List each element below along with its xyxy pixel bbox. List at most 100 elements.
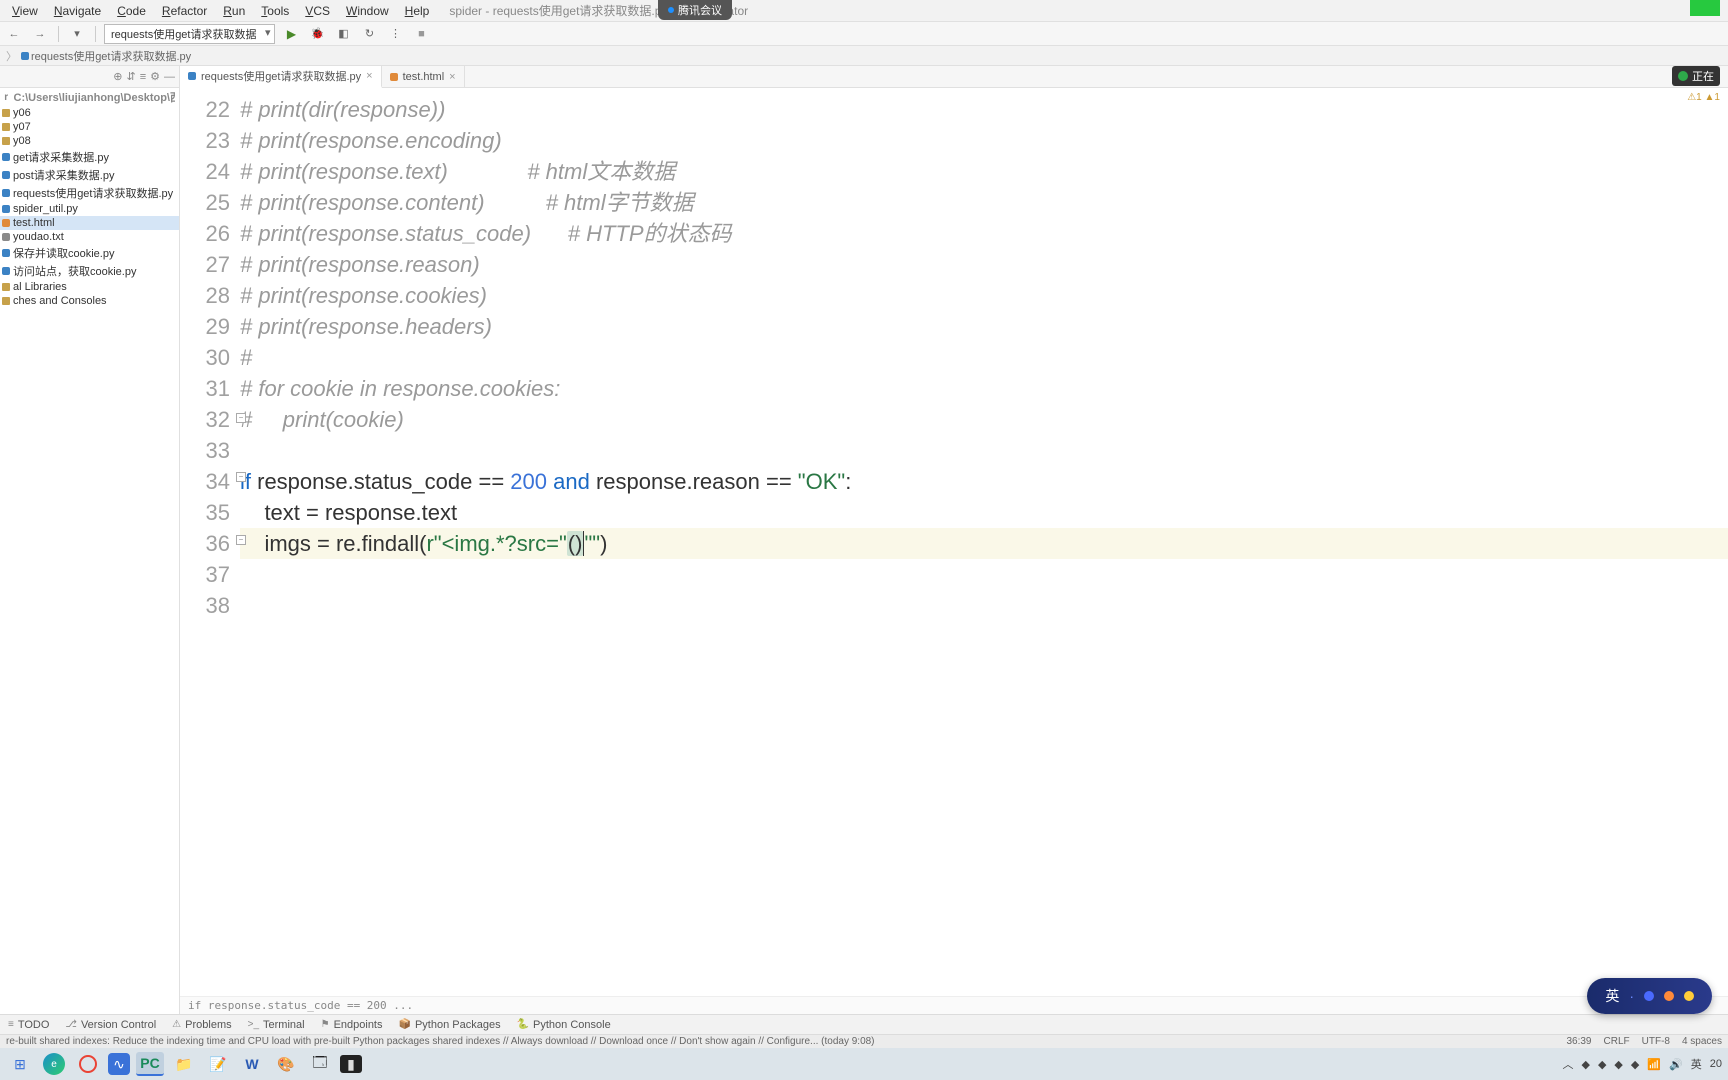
status-cell[interactable]: 36:39 — [1566, 1036, 1591, 1047]
tray-wifi-icon[interactable]: 📶 — [1647, 1058, 1661, 1071]
tree-item[interactable]: 访问站点，获取cookie.py — [0, 262, 179, 280]
tree-item[interactable]: 保存并读取cookie.py — [0, 244, 179, 262]
system-tray[interactable]: ︿ ◆ ◆ ◆ ◆ 📶 🔊 英 20 — [1562, 1056, 1722, 1072]
code-line[interactable]: imgs = re.findall(r"<img.*?src="()"") — [240, 528, 1728, 559]
sort-icon[interactable]: ≡ — [140, 71, 146, 83]
status-message[interactable]: re-built shared indexes: Reduce the inde… — [6, 1036, 875, 1047]
code-line[interactable] — [240, 561, 1728, 592]
code-editor[interactable]: 2223242526272829303132333435363738 − − −… — [180, 88, 1728, 996]
tray-clock[interactable]: 20 — [1710, 1058, 1722, 1070]
menu-run[interactable]: Run — [215, 2, 253, 20]
tool-tab-todo[interactable]: ≡TODO — [0, 1019, 57, 1031]
taskbar-word-icon[interactable]: W — [238, 1052, 266, 1076]
editor-tab[interactable]: requests使用get请求获取数据.py× — [180, 66, 382, 88]
tray-app-icon[interactable]: ◆ — [1581, 1058, 1589, 1071]
tray-app-icon[interactable]: ◆ — [1631, 1058, 1639, 1071]
taskbar-paint-icon[interactable]: 🎨 — [272, 1052, 300, 1076]
window-minimize-icon[interactable] — [1690, 0, 1720, 16]
tool-tab-problems[interactable]: ⚠Problems — [164, 1019, 239, 1031]
taskbar-edge-icon[interactable]: e — [40, 1052, 68, 1076]
tool-tab-python-console[interactable]: 🐍Python Console — [509, 1019, 619, 1031]
tree-item[interactable]: requests使用get请求获取数据.py — [0, 184, 179, 202]
fold-toggle-icon[interactable]: − — [236, 413, 246, 423]
run-config-selector[interactable]: requests使用get请求获取数据 — [104, 24, 275, 44]
ime-floating-toolbar[interactable]: 英 · — [1587, 978, 1712, 1014]
gear-icon[interactable]: ⚙ — [150, 70, 160, 83]
open-file-icon[interactable]: ▾ — [67, 25, 87, 43]
taskbar-manager-icon[interactable]: 🗔 — [306, 1052, 334, 1076]
code-lines[interactable]: # print(dir(response))# print(response.e… — [240, 88, 1728, 996]
close-icon[interactable]: × — [449, 71, 455, 83]
editor-tab[interactable]: test.html× — [382, 66, 465, 87]
fold-toggle-icon[interactable]: − — [236, 472, 246, 482]
menu-help[interactable]: Help — [397, 2, 438, 20]
tree-item[interactable]: post请求采集数据.py — [0, 166, 179, 184]
debug-icon[interactable]: 🐞 — [307, 25, 327, 43]
breadcrumb-item[interactable]: requests使用get请求获取数据.py — [21, 48, 191, 64]
tree-item[interactable]: test.html — [0, 216, 179, 230]
tool-tab-python-packages[interactable]: 📦Python Packages — [391, 1019, 509, 1031]
taskbar-terminal-icon[interactable]: ▮ — [340, 1055, 362, 1073]
tree-item[interactable]: youdao.txt — [0, 230, 179, 244]
status-cell[interactable]: CRLF — [1604, 1036, 1630, 1047]
taskbar-notes-icon[interactable]: 📝 — [204, 1052, 232, 1076]
code-line[interactable]: # print(response.cookies) — [240, 280, 1728, 311]
nav-back-icon[interactable]: ← — [4, 25, 24, 43]
nav-fwd-icon[interactable]: → — [30, 25, 50, 43]
tree-item[interactable]: ches and Consoles — [0, 294, 179, 308]
start-button[interactable]: ⊞ — [6, 1052, 34, 1076]
fold-toggle-icon[interactable]: − — [236, 535, 246, 545]
menu-tools[interactable]: Tools — [253, 2, 297, 20]
tool-tab-endpoints[interactable]: ⚑Endpoints — [313, 1019, 391, 1031]
more-run-icon[interactable]: ⋮ — [385, 25, 405, 43]
tool-tab-terminal[interactable]: >_Terminal — [240, 1019, 313, 1031]
tray-ime[interactable]: 英 — [1691, 1056, 1702, 1072]
code-line[interactable]: # print(response.headers) — [240, 311, 1728, 342]
tree-item[interactable]: y06 — [0, 106, 179, 120]
run-icon[interactable]: ▶ — [281, 25, 301, 43]
menu-window[interactable]: Window — [338, 2, 397, 20]
select-open-icon[interactable]: ⊕ — [113, 70, 122, 83]
code-line[interactable]: # print(dir(response)) — [240, 94, 1728, 125]
tray-volume-icon[interactable]: 🔊 — [1669, 1058, 1683, 1071]
tree-item[interactable]: get请求采集数据.py — [0, 148, 179, 166]
ime-icon-3[interactable] — [1684, 991, 1694, 1001]
code-line[interactable]: # — [240, 342, 1728, 373]
tree-root[interactable]: rC:\Users\liujianhong\Desktop\西工程 — [0, 88, 179, 106]
code-line[interactable] — [240, 592, 1728, 623]
editor-breadcrumb[interactable]: if response.status_code == 200 ... — [180, 996, 1728, 1014]
code-line[interactable]: # print(cookie) — [240, 404, 1728, 435]
profile-icon[interactable]: ↻ — [359, 25, 379, 43]
tray-app-icon[interactable]: ◆ — [1598, 1058, 1606, 1071]
taskbar-pycharm-icon[interactable]: PC — [136, 1052, 164, 1076]
tool-tab-version-control[interactable]: ⎇Version Control — [57, 1019, 164, 1031]
expand-icon[interactable]: ⇵ — [126, 70, 135, 83]
project-tree[interactable]: rC:\Users\liujianhong\Desktop\西工程 y06y07… — [0, 88, 179, 308]
status-cell[interactable]: 4 spaces — [1682, 1036, 1722, 1047]
tree-item[interactable]: al Libraries — [0, 280, 179, 294]
menu-code[interactable]: Code — [109, 2, 154, 20]
code-line[interactable]: # for cookie in response.cookies: — [240, 373, 1728, 404]
voice-input-indicator[interactable]: 正在 — [1672, 66, 1720, 86]
hide-icon[interactable]: — — [164, 71, 175, 83]
menu-view[interactable]: View — [4, 2, 46, 20]
code-line[interactable]: # print(response.text) # html文本数据 — [240, 156, 1728, 187]
tree-item[interactable]: y08 — [0, 134, 179, 148]
code-line[interactable]: text = response.text — [240, 497, 1728, 528]
meeting-pill[interactable]: 腾讯会议 — [658, 0, 732, 20]
tray-app-icon[interactable]: ◆ — [1614, 1058, 1622, 1071]
code-line[interactable] — [240, 435, 1728, 466]
ime-lang[interactable]: 英 — [1605, 986, 1619, 1006]
code-line[interactable]: # print(response.content) # html字节数据 — [240, 187, 1728, 218]
taskbar-app-icon[interactable]: ∿ — [108, 1053, 130, 1075]
code-line[interactable]: # print(response.encoding) — [240, 125, 1728, 156]
code-line[interactable]: # print(response.reason) — [240, 249, 1728, 280]
tree-item[interactable]: y07 — [0, 120, 179, 134]
status-cell[interactable]: UTF-8 — [1642, 1036, 1670, 1047]
menu-refactor[interactable]: Refactor — [154, 2, 215, 20]
menu-vcs[interactable]: VCS — [297, 2, 338, 20]
tree-item[interactable]: spider_util.py — [0, 202, 179, 216]
close-icon[interactable]: × — [366, 70, 372, 82]
code-line[interactable]: # print(response.status_code) # HTTP的状态码 — [240, 218, 1728, 249]
menu-navigate[interactable]: Navigate — [46, 2, 109, 20]
